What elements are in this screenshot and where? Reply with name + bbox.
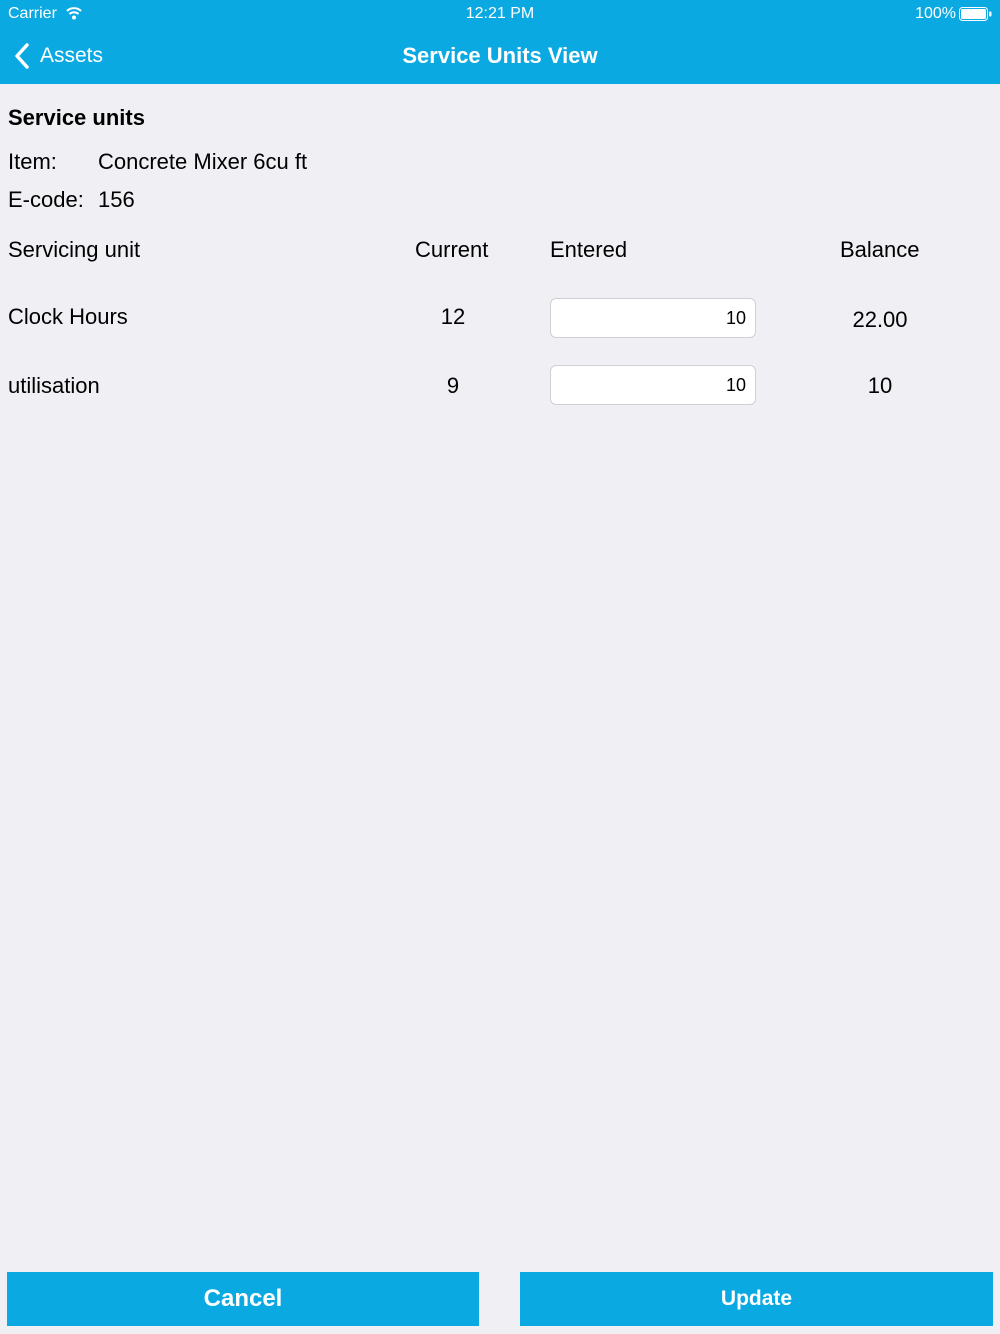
row-unit-name: Clock Hours: [8, 304, 128, 329]
update-button[interactable]: Update: [520, 1272, 993, 1326]
status-time: 12:21 PM: [465, 5, 535, 22]
row-unit-name: utilisation: [8, 373, 100, 398]
header-entered: Entered: [550, 237, 628, 262]
battery-icon: [959, 7, 992, 21]
item-value: Concrete Mixer 6cu ft: [98, 149, 308, 174]
battery-percent: 100%: [915, 5, 956, 22]
header-current: Current: [415, 237, 489, 262]
item-label: Item:: [8, 149, 57, 174]
row-current-value: 9: [446, 373, 460, 398]
status-bar: Carrier 12:21 PM 100%: [0, 0, 1000, 28]
navigation-bar: Assets Service Units View: [0, 28, 1000, 84]
page-title: Service Units View: [402, 43, 598, 68]
header-servicing-unit: Servicing unit: [8, 237, 141, 262]
section-title: Service units: [8, 105, 145, 130]
cancel-button[interactable]: Cancel: [7, 1272, 479, 1326]
ecode-label: E-code:: [8, 187, 84, 212]
row-balance-value: 22.00: [852, 307, 908, 332]
row-current-value: 12: [440, 304, 466, 329]
header-balance: Balance: [840, 237, 920, 262]
top-bar: Carrier 12:21 PM 100% Assets Service Uni…: [0, 0, 1000, 84]
entered-value-input[interactable]: [550, 298, 756, 338]
row-balance-value: 10: [867, 373, 893, 398]
entered-value-input[interactable]: [550, 365, 756, 405]
ecode-value: 156: [98, 187, 135, 212]
